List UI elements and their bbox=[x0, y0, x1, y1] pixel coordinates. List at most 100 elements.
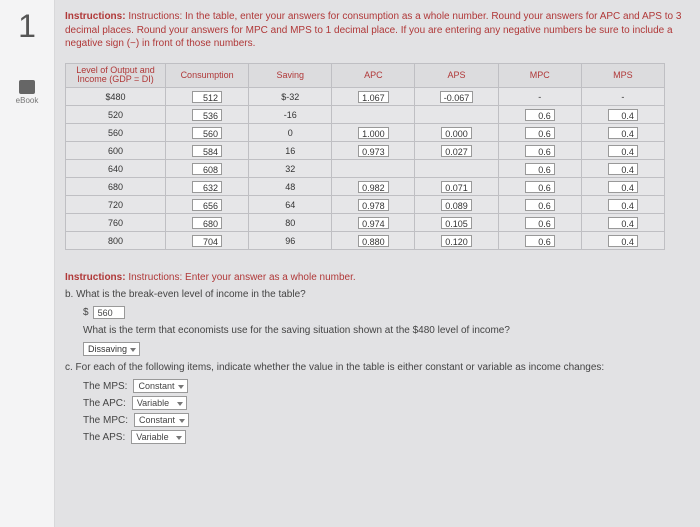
question-c: c. For each of the following items, indi… bbox=[65, 362, 685, 373]
cell-mps-input[interactable]: 0.4 bbox=[608, 145, 638, 157]
breakeven-input[interactable]: 560 bbox=[93, 306, 125, 319]
table-row: 600584160.9730.0270.60.4 bbox=[66, 142, 665, 160]
cell-consumption-input[interactable]: 632 bbox=[192, 181, 222, 193]
cell-gdp: $480 bbox=[66, 88, 166, 106]
cell-consumption-input[interactable]: 704 bbox=[192, 235, 222, 247]
cell-apc: 0.982 bbox=[332, 178, 415, 196]
cell-aps-input[interactable]: 0.120 bbox=[441, 235, 472, 247]
cell-gdp: 680 bbox=[66, 178, 166, 196]
cell-consumption-input[interactable]: 656 bbox=[192, 199, 222, 211]
cell-consumption-input[interactable]: 560 bbox=[192, 127, 222, 139]
cell-consumption-input[interactable]: 584 bbox=[192, 145, 222, 157]
cell-consumption: 656 bbox=[166, 196, 249, 214]
cell-apc-input[interactable]: 1.067 bbox=[358, 91, 389, 103]
cell-consumption-input[interactable]: 512 bbox=[192, 91, 222, 103]
cell-apc-input[interactable]: 0.974 bbox=[358, 217, 389, 229]
cell-mps-input[interactable]: 0.4 bbox=[608, 217, 638, 229]
cell-mpc-input[interactable]: 0.6 bbox=[525, 109, 555, 121]
apc-select[interactable]: Variable bbox=[132, 396, 187, 410]
aps-label: The APS: bbox=[83, 432, 125, 443]
mps-select[interactable]: Constant bbox=[133, 379, 188, 393]
ebook-label: eBook bbox=[8, 96, 46, 105]
cell-apc: 0.880 bbox=[332, 232, 415, 250]
cell-saving: -16 bbox=[249, 106, 332, 124]
question-b: b. What is the break-even level of incom… bbox=[65, 289, 685, 300]
cell-aps: -0.067 bbox=[415, 88, 498, 106]
ebook-link[interactable]: eBook bbox=[8, 80, 46, 105]
main-content: Instructions: Instructions: In the table… bbox=[65, 10, 685, 447]
cell-mpc-input[interactable]: 0.6 bbox=[525, 127, 555, 139]
cell-mps-input[interactable]: 0.4 bbox=[608, 181, 638, 193]
th-apc: APC bbox=[332, 63, 415, 88]
mpc-select[interactable]: Constant bbox=[134, 413, 189, 427]
cell-gdp: 520 bbox=[66, 106, 166, 124]
cell-apc: 1.000 bbox=[332, 124, 415, 142]
cell-consumption: 680 bbox=[166, 214, 249, 232]
cell-saving: 0 bbox=[249, 124, 332, 142]
cell-consumption-input[interactable]: 608 bbox=[192, 163, 222, 175]
cell-mps-input[interactable]: 0.4 bbox=[608, 127, 638, 139]
cell-aps: 0.105 bbox=[415, 214, 498, 232]
th-mps: MPS bbox=[581, 63, 664, 88]
cell-aps-input[interactable]: 0.071 bbox=[441, 181, 472, 193]
cell-mpc-input[interactable]: 0.6 bbox=[525, 163, 555, 175]
cell-apc bbox=[332, 160, 415, 178]
cell-mpc: 0.6 bbox=[498, 142, 581, 160]
instructions-a: Instructions: Instructions: In the table… bbox=[65, 10, 685, 51]
dollar-sign: $ bbox=[83, 307, 89, 318]
cell-aps-input[interactable]: 0.105 bbox=[441, 217, 472, 229]
instructions-b-text: Instructions: Enter your answer as a who… bbox=[128, 272, 355, 283]
cell-mpc-input[interactable]: 0.6 bbox=[525, 145, 555, 157]
cell-mps-input[interactable]: 0.4 bbox=[608, 199, 638, 211]
cell-apc-input[interactable]: 0.973 bbox=[358, 145, 389, 157]
cell-saving: 32 bbox=[249, 160, 332, 178]
table-row: 800704960.8800.1200.60.4 bbox=[66, 232, 665, 250]
cell-mpc: 0.6 bbox=[498, 106, 581, 124]
cell-gdp: 640 bbox=[66, 160, 166, 178]
cell-mps: 0.4 bbox=[581, 160, 664, 178]
cell-mps: - bbox=[581, 88, 664, 106]
cell-apc: 0.973 bbox=[332, 142, 415, 160]
cell-aps: 0.071 bbox=[415, 178, 498, 196]
cell-apc-input[interactable]: 0.978 bbox=[358, 199, 389, 211]
cell-aps-input[interactable]: 0.027 bbox=[441, 145, 472, 157]
cell-mpc-input[interactable]: 0.6 bbox=[525, 217, 555, 229]
cell-consumption-input[interactable]: 536 bbox=[192, 109, 222, 121]
cell-mpc: 0.6 bbox=[498, 178, 581, 196]
cell-mpc: 0.6 bbox=[498, 160, 581, 178]
term-question: What is the term that economists use for… bbox=[83, 325, 685, 336]
cell-apc: 0.978 bbox=[332, 196, 415, 214]
cell-mpc-input[interactable]: 0.6 bbox=[525, 181, 555, 193]
aps-select[interactable]: Variable bbox=[131, 430, 186, 444]
cell-aps-input[interactable]: -0.067 bbox=[440, 91, 474, 103]
cell-mps: 0.4 bbox=[581, 232, 664, 250]
cell-mps: 0.4 bbox=[581, 142, 664, 160]
cell-apc-input[interactable]: 0.880 bbox=[358, 235, 389, 247]
cell-mps-input[interactable]: 0.4 bbox=[608, 235, 638, 247]
table-row: 720656640.9780.0890.60.4 bbox=[66, 196, 665, 214]
cell-apc-input[interactable]: 1.000 bbox=[358, 127, 389, 139]
instructions-a-text: Instructions: In the table, enter your a… bbox=[65, 11, 681, 49]
cell-mps-input[interactable]: 0.4 bbox=[608, 109, 638, 121]
cell-gdp: 800 bbox=[66, 232, 166, 250]
cell-mps-input[interactable]: 0.4 bbox=[608, 163, 638, 175]
cell-mps: 0.4 bbox=[581, 106, 664, 124]
cell-apc bbox=[332, 106, 415, 124]
cell-aps-input[interactable]: 0.000 bbox=[441, 127, 472, 139]
cell-consumption-input[interactable]: 680 bbox=[192, 217, 222, 229]
cell-mps: 0.4 bbox=[581, 178, 664, 196]
cell-mpc: - bbox=[498, 88, 581, 106]
cell-mpc-input[interactable]: 0.6 bbox=[525, 235, 555, 247]
cell-consumption: 584 bbox=[166, 142, 249, 160]
cell-saving: 80 bbox=[249, 214, 332, 232]
cell-aps bbox=[415, 106, 498, 124]
chapter-number: 1 bbox=[0, 8, 54, 45]
cell-aps-input[interactable]: 0.089 bbox=[441, 199, 472, 211]
cell-aps: 0.120 bbox=[415, 232, 498, 250]
term-select[interactable]: Dissaving bbox=[83, 342, 140, 356]
cell-mpc-input[interactable]: 0.6 bbox=[525, 199, 555, 211]
cell-apc-input[interactable]: 0.982 bbox=[358, 181, 389, 193]
cell-mpc: 0.6 bbox=[498, 232, 581, 250]
table-row: 680632480.9820.0710.60.4 bbox=[66, 178, 665, 196]
cell-mps: 0.4 bbox=[581, 124, 664, 142]
